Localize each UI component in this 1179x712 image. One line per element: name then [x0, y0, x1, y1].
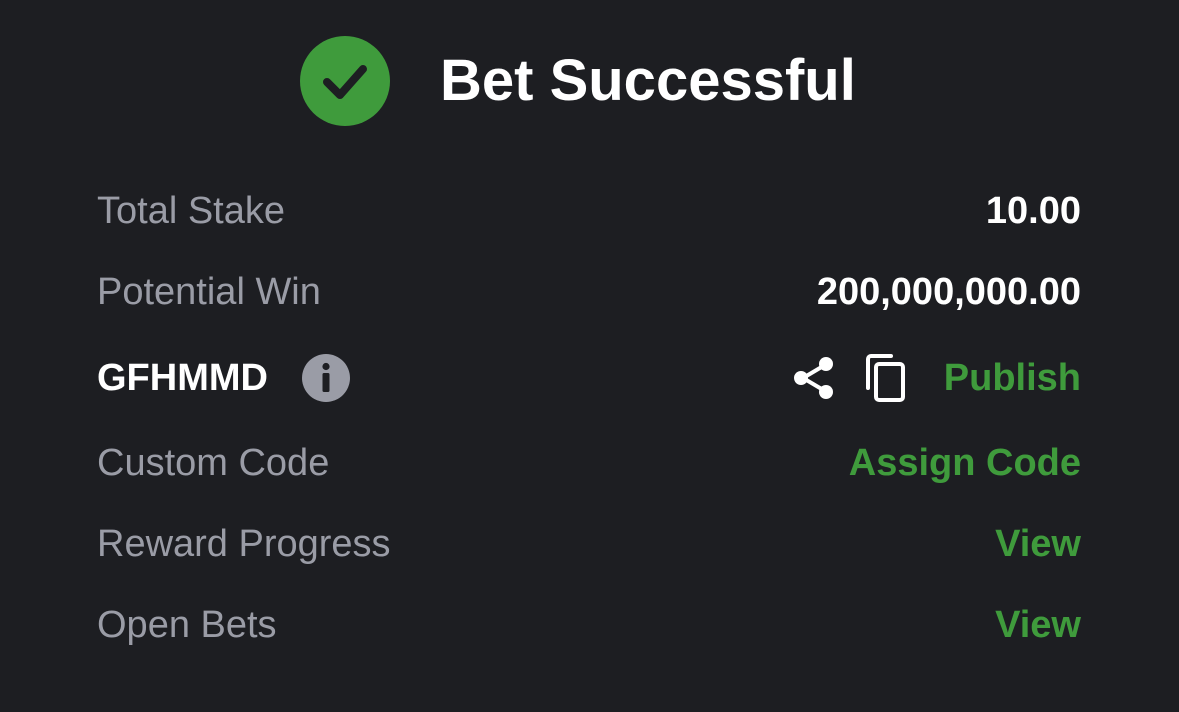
- info-icon[interactable]: [302, 354, 350, 402]
- potential-win-value: 200,000,000.00: [816, 271, 1081, 313]
- potential-win-label: Potential Win: [97, 271, 321, 313]
- total-stake-label: Total Stake: [97, 190, 285, 232]
- reward-progress-row: Reward Progress View: [97, 514, 1081, 574]
- total-stake-row: Total Stake 10.00: [97, 181, 1081, 241]
- custom-code-label: Custom Code: [97, 442, 330, 484]
- copy-icon[interactable]: [863, 353, 911, 403]
- reward-progress-label: Reward Progress: [97, 523, 391, 565]
- booking-code-row: GFHMMD Publish: [97, 348, 1081, 408]
- custom-code-row: Custom Code Assign Code: [97, 433, 1081, 493]
- share-icon[interactable]: [791, 354, 839, 402]
- open-bets-label: Open Bets: [97, 604, 277, 646]
- total-stake-value: 10.00: [985, 190, 1081, 232]
- success-header: Bet Successful: [0, 0, 1179, 160]
- open-bets-row: Open Bets View: [97, 595, 1081, 655]
- check-circle-icon: [300, 36, 390, 126]
- page-title: Bet Successful: [440, 48, 856, 113]
- booking-code: GFHMMD: [97, 357, 268, 399]
- reward-progress-view-button[interactable]: View: [995, 514, 1081, 574]
- potential-win-row: Potential Win 200,000,000.00: [97, 262, 1081, 322]
- open-bets-view-button[interactable]: View: [995, 595, 1081, 655]
- assign-code-button[interactable]: Assign Code: [849, 433, 1081, 493]
- publish-button[interactable]: Publish: [944, 348, 1081, 408]
